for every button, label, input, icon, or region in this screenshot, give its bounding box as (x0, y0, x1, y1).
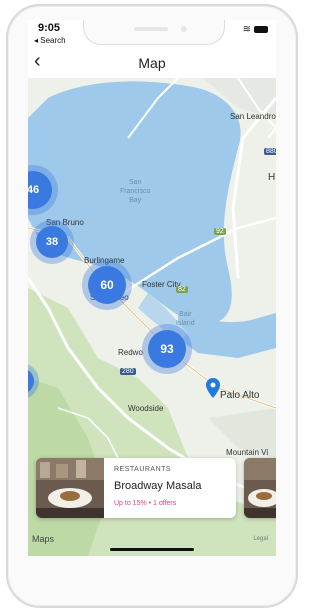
place-label-san-leandro: San Leandro (230, 112, 276, 121)
place-label-mountain-view: Mountain Vi (226, 448, 269, 457)
phone-frame: 9:05 ◂ Search ≋ ‹ Map San Leandro H San … (6, 4, 298, 608)
notch (83, 20, 225, 45)
place-label-bay: San Francisco Bay (120, 179, 151, 204)
place-label-bair-island: Bair Island (176, 311, 195, 327)
nav-bar: ‹ Map (28, 48, 276, 78)
card-offer: Up to 15% • 1 offers (114, 500, 177, 507)
wifi-icon: ≋ (242, 24, 251, 35)
road-shield-92: 92 (214, 228, 226, 235)
place-label-palo-alto: Palo Alto (220, 390, 260, 401)
restaurant-card[interactable]: RESTAURANTS Broadway Masala Up to 15% • … (36, 458, 236, 518)
road-shield-280: 280 (120, 368, 136, 375)
legal-link[interactable]: Legal (253, 536, 268, 542)
camera (181, 26, 187, 32)
maps-attribution[interactable]: Maps (32, 534, 54, 544)
card-category: RESTAURANTS (114, 466, 172, 473)
road-shield-880: 880 (264, 148, 276, 155)
place-label-hayward: H (268, 172, 276, 183)
map-pin-icon[interactable] (206, 378, 220, 398)
status-bar: 9:05 ◂ Search ≋ (28, 20, 276, 48)
restaurant-photo (36, 458, 104, 518)
speaker (134, 27, 168, 31)
place-label-woodside: Woodside (128, 404, 164, 413)
cluster-marker[interactable]: 93 (148, 330, 186, 368)
back-to-search-link[interactable]: ◂ Search (34, 36, 66, 45)
restaurant-photo (244, 458, 276, 518)
card-title: Broadway Masala (114, 480, 202, 492)
place-label-redwood-city: Redwo (118, 348, 143, 357)
next-restaurant-card[interactable] (244, 458, 276, 518)
status-time: 9:05 (38, 22, 61, 34)
page-title: Map (138, 55, 166, 71)
place-label-foster-city: Foster City (142, 280, 181, 289)
road-shield-82: 82 (176, 286, 188, 293)
place-label-burlingame: Burlingame (84, 256, 125, 265)
battery-icon (254, 25, 268, 33)
results-carousel[interactable]: RESTAURANTS Broadway Masala Up to 15% • … (28, 458, 276, 520)
maps-attribution-label: Maps (32, 534, 55, 544)
cluster-marker[interactable]: 38 (36, 226, 68, 258)
cluster-marker[interactable]: 60 (88, 266, 126, 304)
screen: 9:05 ◂ Search ≋ ‹ Map San Leandro H San … (28, 20, 276, 556)
status-icons: ≋ (243, 24, 268, 35)
home-indicator (110, 548, 194, 551)
